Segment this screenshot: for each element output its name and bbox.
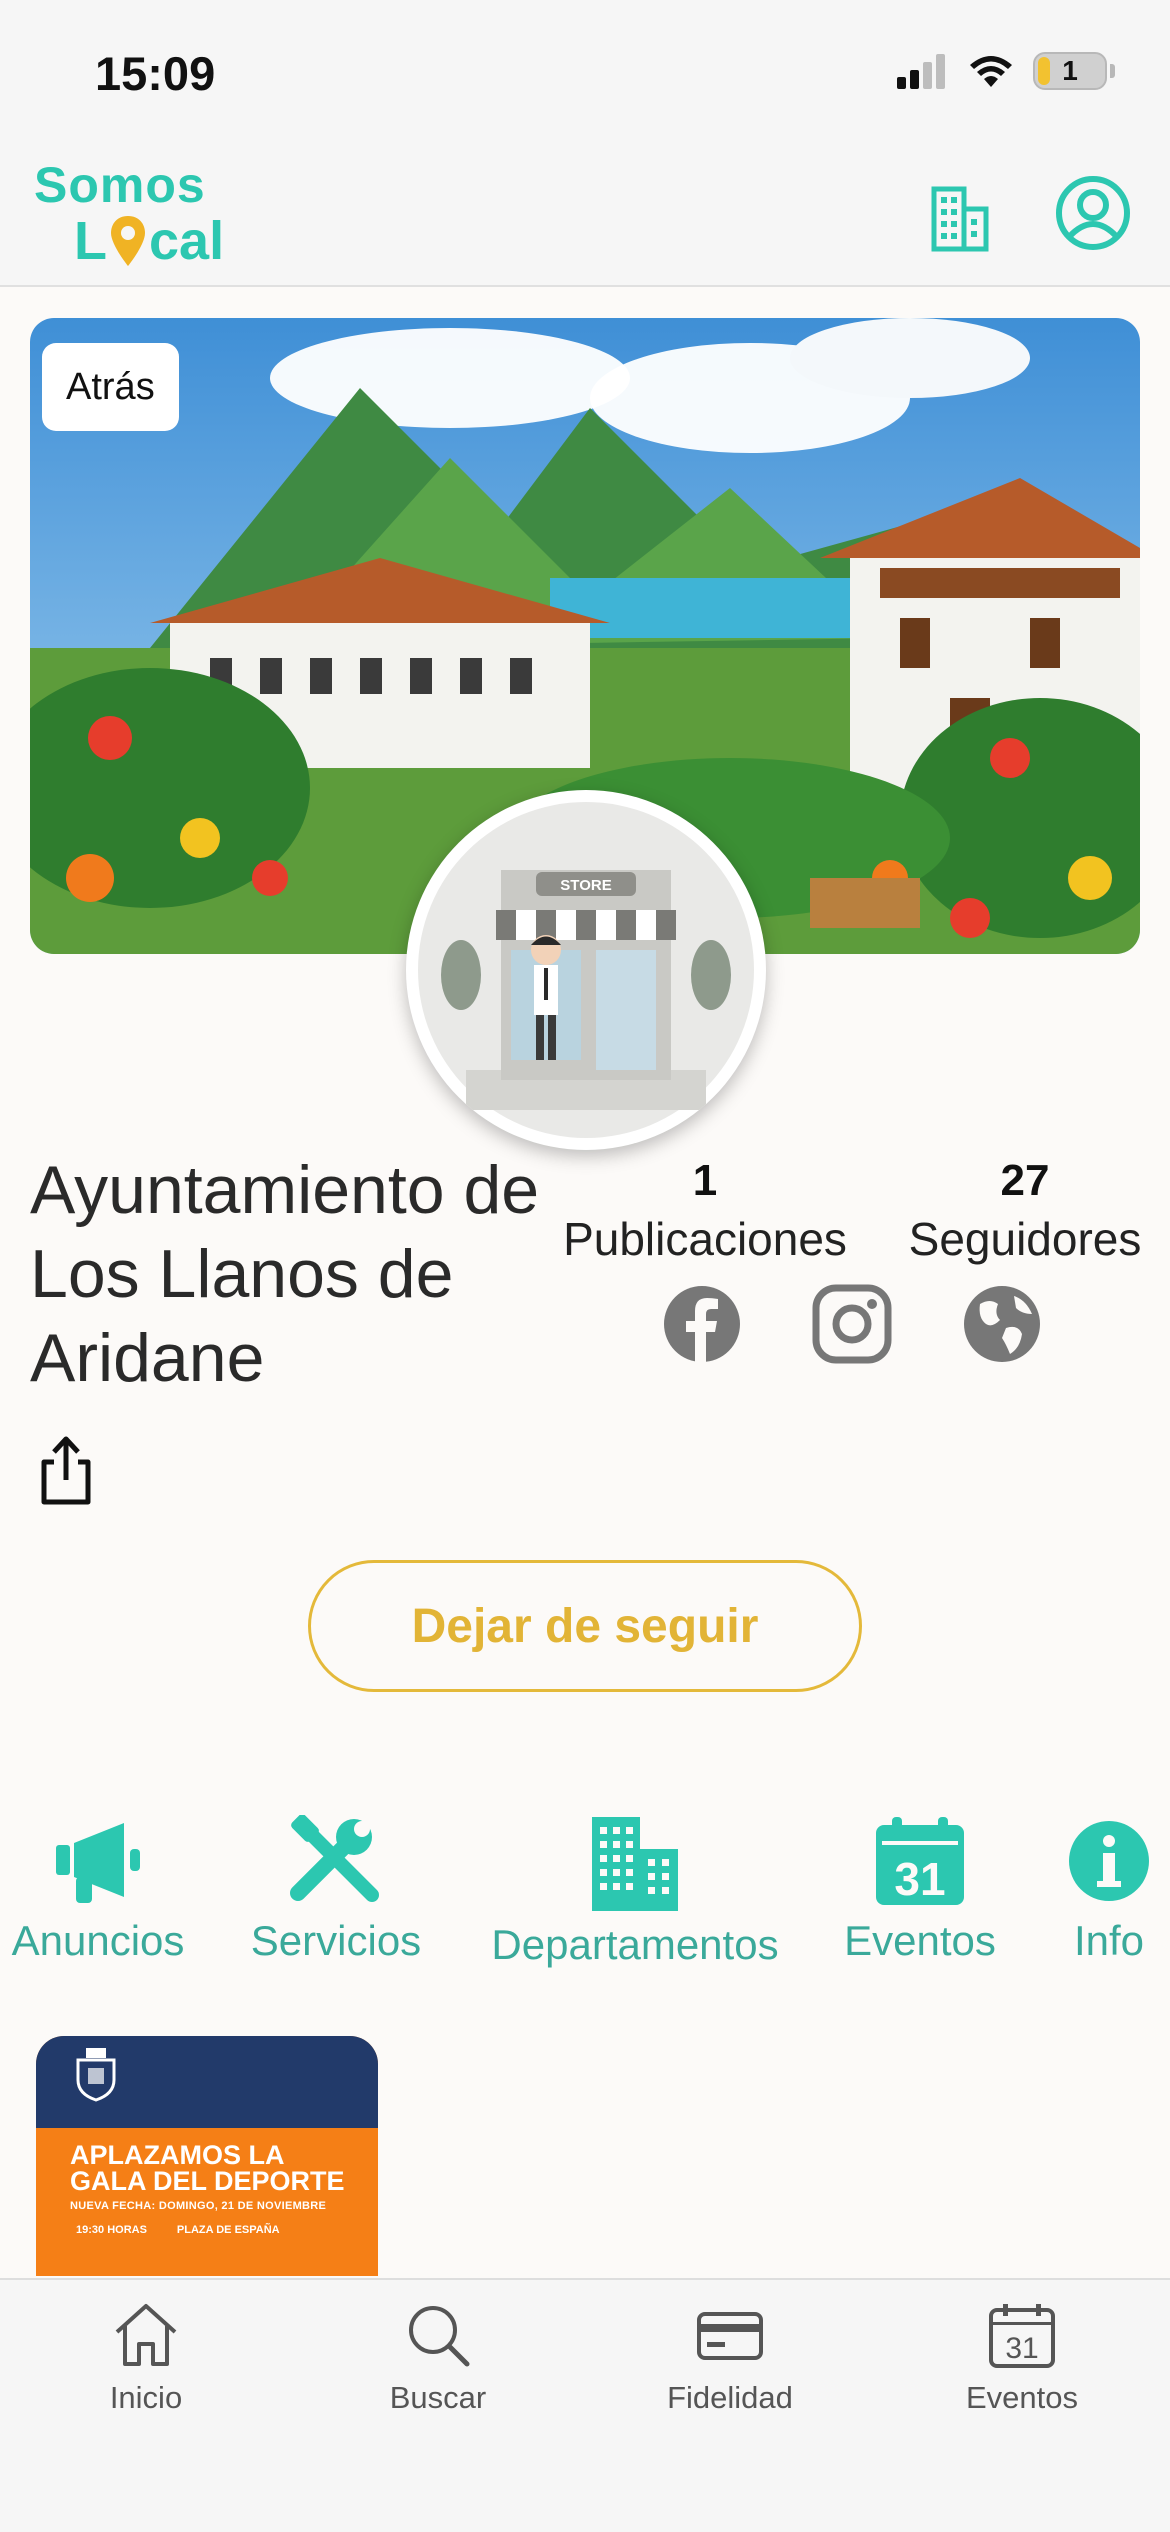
tab-fidelidad[interactable]: Fidelidad xyxy=(630,2300,830,2416)
back-button[interactable]: Atrás xyxy=(42,343,179,431)
post-place: PLAZA DE ESPAÑA xyxy=(176,2224,280,2236)
status-icons: 1 xyxy=(897,52,1115,90)
post-time: 19:30 HORAS xyxy=(76,2224,147,2236)
battery-level: 1 xyxy=(1062,55,1078,86)
logo-line2-left: L xyxy=(74,211,107,271)
post-header xyxy=(36,2036,378,2128)
post-subtitle: NUEVA FECHA: DOMINGO, 21 DE NOVIEMBRE xyxy=(70,2200,327,2212)
publications-label: Publicaciones xyxy=(563,1213,847,1265)
post-title-line1: APLAZAMOS LA xyxy=(70,2140,285,2170)
app-header: Somos L cal xyxy=(0,150,1170,287)
calendar-icon: 31 xyxy=(989,2304,1055,2368)
tab-label: Fidelidad xyxy=(667,2380,793,2415)
card-icon xyxy=(697,2312,763,2360)
tools-icon xyxy=(290,1815,379,1902)
signal-icon xyxy=(897,54,945,89)
megaphone-icon xyxy=(56,1823,140,1903)
calendar-day: 31 xyxy=(1005,2332,1038,2365)
battery-icon: 1 xyxy=(1033,52,1107,90)
tab-inicio[interactable]: Inicio xyxy=(46,2300,246,2416)
globe-icon[interactable] xyxy=(962,1284,1042,1364)
followers-stat[interactable]: 27 Seguidores xyxy=(895,1156,1155,1266)
publications-count: 1 xyxy=(692,1156,718,1205)
store-illustration: STORE xyxy=(418,802,754,1138)
category-label: Eventos xyxy=(844,1917,996,1964)
post-card[interactable]: APLAZAMOS LA GALA DEL DEPORTE NUEVA FECH… xyxy=(36,2036,378,2276)
logo-line1: Somos xyxy=(34,157,206,213)
post-title-line2: GALA DEL DEPORTE xyxy=(70,2166,345,2196)
category-label: Servicios xyxy=(250,1917,422,1964)
instagram-icon[interactable] xyxy=(812,1284,892,1364)
publications-stat[interactable]: 1 Publicaciones xyxy=(555,1156,855,1266)
category-label: Anuncios xyxy=(11,1917,185,1964)
building-icon xyxy=(592,1817,678,1911)
status-bar: 15:09 1 xyxy=(0,0,1170,150)
followers-count: 27 xyxy=(1000,1156,1050,1205)
coat-of-arms-icon xyxy=(76,2048,116,2102)
logo-line2: L cal xyxy=(74,214,224,268)
category-anuncios[interactable]: Anuncios xyxy=(0,1815,196,1965)
category-label: Departamentos xyxy=(491,1921,779,1968)
facebook-icon[interactable] xyxy=(662,1284,742,1364)
calendar-day: 31 xyxy=(894,1853,945,1905)
category-info[interactable]: Info xyxy=(1058,1815,1160,1965)
wifi-icon xyxy=(970,56,1012,87)
tab-label: Eventos xyxy=(965,2380,1078,2415)
tab-bar: Inicio Buscar Fidelidad 31 Eventos xyxy=(0,2278,1170,2532)
profile-avatar: STORE xyxy=(406,790,766,1150)
somos-local-logo[interactable]: Somos L cal xyxy=(34,160,224,268)
category-eventos[interactable]: 31 Eventos xyxy=(830,1815,1010,1965)
followers-label: Seguidores xyxy=(908,1213,1142,1265)
unfollow-button[interactable]: Dejar de seguir xyxy=(308,1560,862,1692)
info-icon xyxy=(1069,1821,1149,1901)
calendar-icon: 31 xyxy=(876,1817,964,1905)
store-sign: STORE xyxy=(560,877,611,894)
user-circle-icon[interactable] xyxy=(1055,175,1131,251)
profile-name: Ayuntamiento de Los Llanos de Aridane xyxy=(30,1152,540,1396)
search-icon xyxy=(409,2306,470,2367)
location-pin-icon xyxy=(111,216,145,266)
tab-eventos[interactable]: 31 Eventos xyxy=(922,2300,1122,2416)
tab-label: Buscar xyxy=(389,2380,487,2415)
battery-indicator: 1 xyxy=(1033,52,1115,90)
category-servicios[interactable]: Servicios xyxy=(236,1815,436,1965)
logo-line2-right: cal xyxy=(149,211,225,271)
home-icon xyxy=(115,2304,177,2366)
category-departamentos[interactable]: Departamentos xyxy=(480,1815,790,1969)
building-icon[interactable] xyxy=(930,185,990,253)
tab-buscar[interactable]: Buscar xyxy=(338,2300,538,2416)
tab-label: Inicio xyxy=(109,2380,183,2415)
share-icon[interactable] xyxy=(36,1434,96,1506)
status-time: 15:09 xyxy=(95,47,216,100)
category-label: Info xyxy=(1073,1917,1145,1964)
